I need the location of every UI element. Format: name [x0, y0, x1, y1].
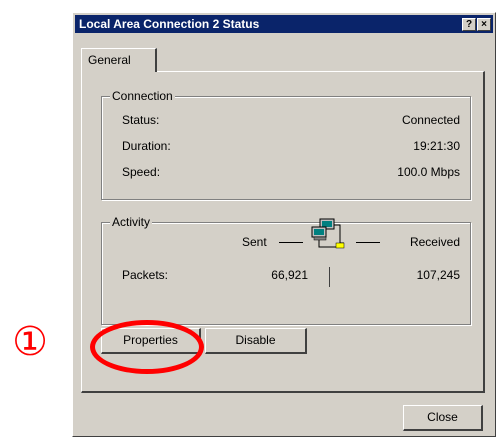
packets-sent-value: 66,921: [271, 268, 308, 282]
packets-divider: [329, 267, 330, 287]
connection-group: Connection Status: Connected Duration: 1…: [101, 89, 471, 200]
duration-value: 19:21:30: [413, 139, 460, 153]
sent-label: Sent: [242, 235, 267, 249]
close-window-button[interactable]: ×: [477, 18, 491, 31]
connection-group-label: Connection: [110, 89, 175, 103]
tab-general[interactable]: General: [81, 48, 157, 72]
sent-line: [279, 242, 303, 243]
status-value: Connected: [401, 113, 460, 127]
speed-value: 100.0 Mbps: [397, 165, 460, 179]
activity-group-label: Activity: [110, 215, 153, 229]
received-line: [356, 242, 380, 243]
network-computers-icon: [311, 218, 345, 249]
duration-label: Duration:: [122, 139, 171, 153]
close-button[interactable]: Close: [403, 405, 483, 431]
window-title: Local Area Connection 2 Status: [79, 17, 260, 31]
highlight-ellipse: [90, 320, 204, 374]
disable-button[interactable]: Disable: [205, 328, 307, 354]
title-bar: Local Area Connection 2 Status ? ×: [75, 15, 493, 33]
packets-label: Packets:: [122, 268, 169, 282]
status-label: Status:: [122, 113, 160, 127]
received-label: Received: [409, 235, 460, 249]
annotation-number-marker: ①: [12, 319, 48, 365]
activity-group: Activity Sent Received Packets: 66,921 1…: [101, 215, 471, 325]
tab-general-label: General: [88, 53, 131, 67]
packets-received-value: 107,245: [416, 268, 460, 282]
speed-label: Speed:: [122, 165, 161, 179]
help-button[interactable]: ?: [462, 18, 476, 31]
